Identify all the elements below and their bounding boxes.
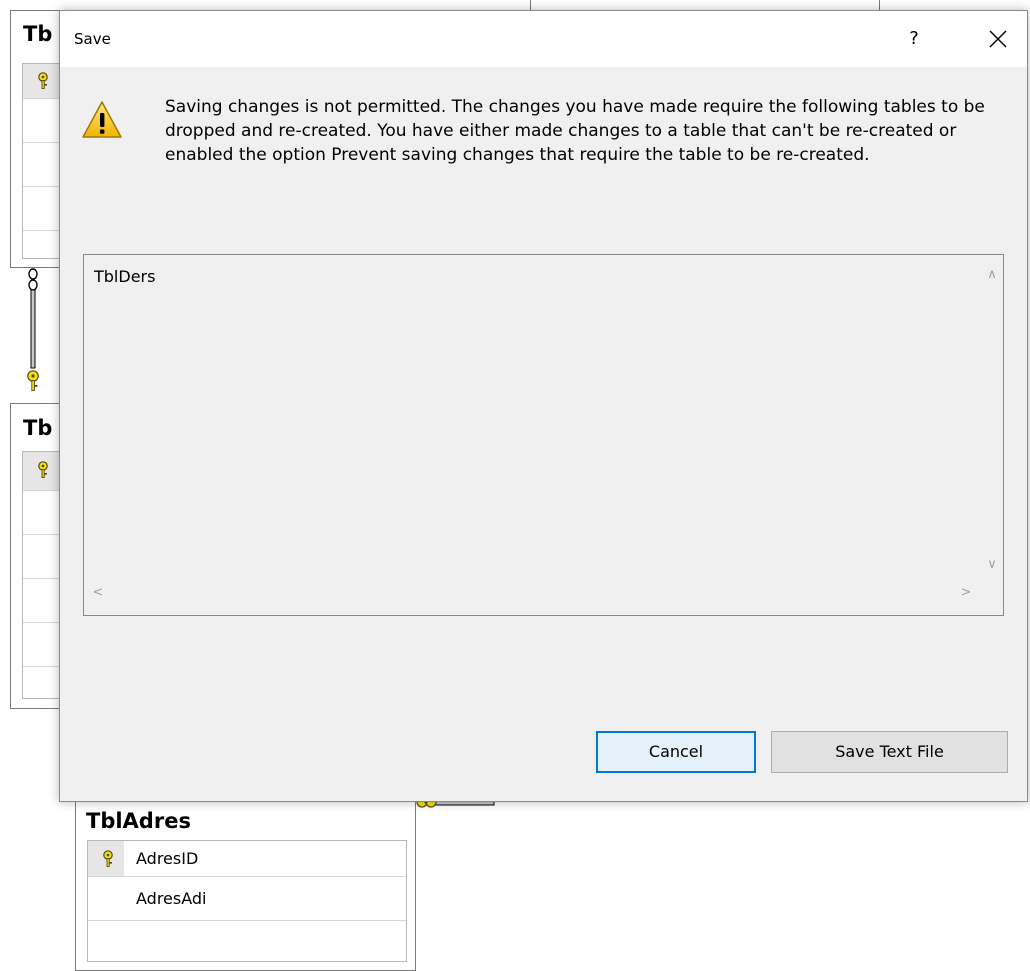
scroll-left-icon[interactable]: < [90,585,106,601]
table-row[interactable]: AdresAdi [88,877,406,921]
cancel-button[interactable]: Cancel [596,731,756,773]
save-text-file-button[interactable]: Save Text File [771,731,1008,773]
list-item[interactable]: TblDers [94,267,155,286]
dialog-message: Saving changes is not permitted. The cha… [165,97,985,165]
scroll-up-icon[interactable]: ∧ [984,267,1000,283]
column-name: AdresAdi [136,889,207,908]
scroll-right-icon[interactable]: > [958,585,974,601]
close-icon[interactable] [978,21,1018,57]
help-button[interactable]: ? [896,21,932,57]
table-title: TblAdres [86,809,191,833]
table-title: Tb [23,416,53,440]
table-row[interactable]: AdresID [88,841,406,877]
affected-tables-list[interactable]: TblDers ∧ ∨ < > [83,254,1004,616]
dialog-titlebar[interactable]: Save ? [60,11,1027,67]
table-grid: AdresID AdresAdi [87,840,407,962]
table-title: Tb [23,22,53,46]
primary-key-icon [38,461,48,478]
save-dialog: Save ? Saving changes is not permitted. … [59,10,1028,802]
warning-icon [82,101,122,138]
relationship-line[interactable] [22,268,46,402]
scroll-down-icon[interactable]: ∨ [984,557,1000,573]
primary-key-icon [103,850,113,867]
diagram-table-tbladres[interactable]: TblAdres AdresID AdresAdi [75,796,416,971]
column-name: AdresID [136,849,199,868]
dialog-title: Save [74,30,111,48]
primary-key-icon [38,72,48,89]
